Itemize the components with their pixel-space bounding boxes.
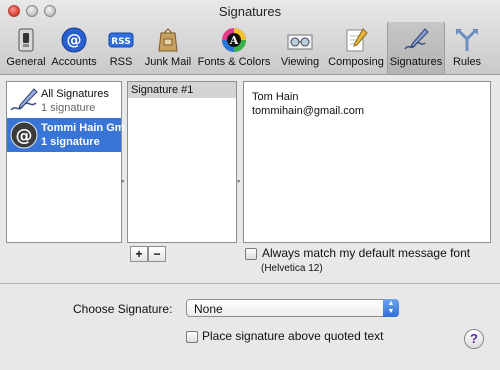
signature-pen-icon bbox=[404, 28, 429, 50]
rss-badge-icon: RSS bbox=[108, 32, 134, 48]
tab-rss[interactable]: RSS RSS bbox=[103, 22, 139, 74]
match-font-checkbox[interactable] bbox=[245, 248, 257, 260]
place-above-label: Place signature above quoted text bbox=[202, 329, 384, 343]
tab-rules-label: Rules bbox=[452, 56, 482, 68]
choose-signature-popup[interactable]: None ▲ ▼ bbox=[186, 299, 399, 317]
accounts-list[interactable]: All Signatures 1 signature @ Tommi Hain … bbox=[6, 81, 125, 243]
signature-line-email: tommihain@gmail.com bbox=[252, 105, 365, 117]
account-tommi-hain[interactable]: @ Tommi Hain Gm 1 signature bbox=[7, 118, 125, 152]
match-font-label: Always match my default message font bbox=[262, 246, 471, 260]
svg-text:@: @ bbox=[16, 126, 33, 146]
tab-fonts-colors[interactable]: A Fonts & Colors bbox=[197, 22, 271, 74]
signature-pen-icon bbox=[10, 88, 38, 111]
tab-signatures-label: Signatures bbox=[389, 56, 443, 68]
tab-rss-label: RSS bbox=[109, 56, 133, 68]
add-signature-button[interactable]: + bbox=[130, 246, 148, 262]
tab-fonts-colors-label: Fonts & Colors bbox=[197, 56, 271, 68]
font-note: (Helvetica 12) bbox=[261, 263, 323, 274]
tab-junk-mail[interactable]: Junk Mail bbox=[143, 22, 193, 74]
divider bbox=[0, 283, 500, 284]
account-all-signatures[interactable]: All Signatures 1 signature bbox=[7, 84, 121, 118]
split-grip[interactable]: ▪ bbox=[237, 176, 240, 186]
account-signature-count: 1 signature bbox=[41, 102, 96, 114]
tab-viewing-label: Viewing bbox=[280, 56, 320, 68]
help-button[interactable]: ? bbox=[464, 329, 484, 349]
place-above-checkbox[interactable] bbox=[186, 331, 198, 343]
tab-accounts-label: Accounts bbox=[51, 56, 97, 68]
popup-arrows-icon: ▲ ▼ bbox=[383, 299, 399, 317]
split-grip[interactable]: ▪ bbox=[121, 176, 124, 186]
account-name: Tommi Hain Gm bbox=[41, 122, 125, 134]
svg-text:@: @ bbox=[67, 31, 82, 49]
tab-composing-label: Composing bbox=[328, 56, 384, 68]
signature-editor[interactable]: Tom Hain tommihain@gmail.com bbox=[243, 81, 491, 243]
color-font-icon: A bbox=[222, 28, 246, 52]
junk-bag-icon bbox=[158, 28, 178, 52]
tab-accounts[interactable]: @ Accounts bbox=[48, 22, 100, 74]
at-sign-icon: @ bbox=[10, 121, 38, 149]
glasses-icon bbox=[287, 34, 313, 50]
tab-signatures[interactable]: Signatures bbox=[387, 22, 445, 74]
switch-icon bbox=[18, 28, 34, 52]
preferences-window: Signatures General @ Accounts RSS RSS Ju… bbox=[0, 0, 500, 370]
at-sign-icon: @ bbox=[61, 27, 87, 53]
signature-line-name: Tom Hain bbox=[252, 91, 299, 103]
signature-item[interactable]: Signature #1 bbox=[128, 82, 236, 98]
choose-signature-label: Choose Signature: bbox=[73, 302, 173, 316]
tab-viewing[interactable]: Viewing bbox=[277, 22, 323, 74]
tab-general-label: General bbox=[6, 56, 46, 68]
tab-junk-mail-label: Junk Mail bbox=[144, 56, 192, 68]
tab-composing[interactable]: Composing bbox=[327, 22, 385, 74]
preferences-toolbar: General @ Accounts RSS RSS Junk Mail A F… bbox=[0, 22, 500, 74]
signatures-list[interactable]: Signature #1 bbox=[127, 81, 237, 243]
account-name: All Signatures bbox=[41, 88, 109, 100]
signature-content[interactable]: Tom Hain tommihain@gmail.com bbox=[252, 90, 364, 118]
pencil-paper-icon bbox=[346, 28, 368, 52]
account-signature-count: 1 signature bbox=[41, 136, 100, 148]
svg-text:RSS: RSS bbox=[111, 37, 131, 47]
title-bar: Signatures General @ Accounts RSS RSS Ju… bbox=[0, 0, 500, 75]
window-title: Signatures bbox=[218, 4, 282, 19]
choose-signature-value: None bbox=[194, 302, 223, 316]
tab-general[interactable]: General bbox=[6, 22, 46, 74]
svg-text:A: A bbox=[229, 34, 239, 47]
remove-signature-button[interactable]: − bbox=[148, 246, 166, 262]
rules-arrows-icon bbox=[456, 29, 478, 51]
tab-rules[interactable]: Rules bbox=[449, 22, 485, 74]
